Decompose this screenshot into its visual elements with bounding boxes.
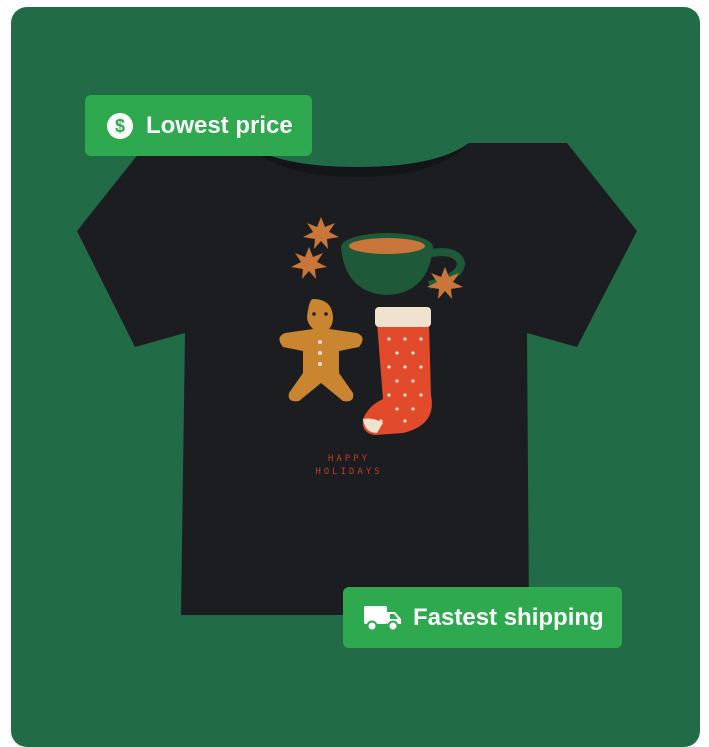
tshirt-shape [77,143,637,615]
dollar-circle-icon: $ [106,112,134,140]
lowest-price-label: Lowest price [146,111,293,139]
fastest-shipping-label: Fastest shipping [413,603,604,631]
shirt-print-line-1: HAPPY [328,454,370,464]
product-image: HAPPY HOLIDAYS [77,137,637,617]
lowest-price-badge: $ Lowest price [85,95,312,156]
svg-text:$: $ [115,116,125,136]
truck-icon [363,603,403,633]
shirt-print-line-2: HOLIDAYS [315,467,382,477]
product-card[interactable]: HAPPY HOLIDAYS $ Lowest price Fastest sh… [11,7,700,747]
fastest-shipping-badge: Fastest shipping [343,587,622,648]
